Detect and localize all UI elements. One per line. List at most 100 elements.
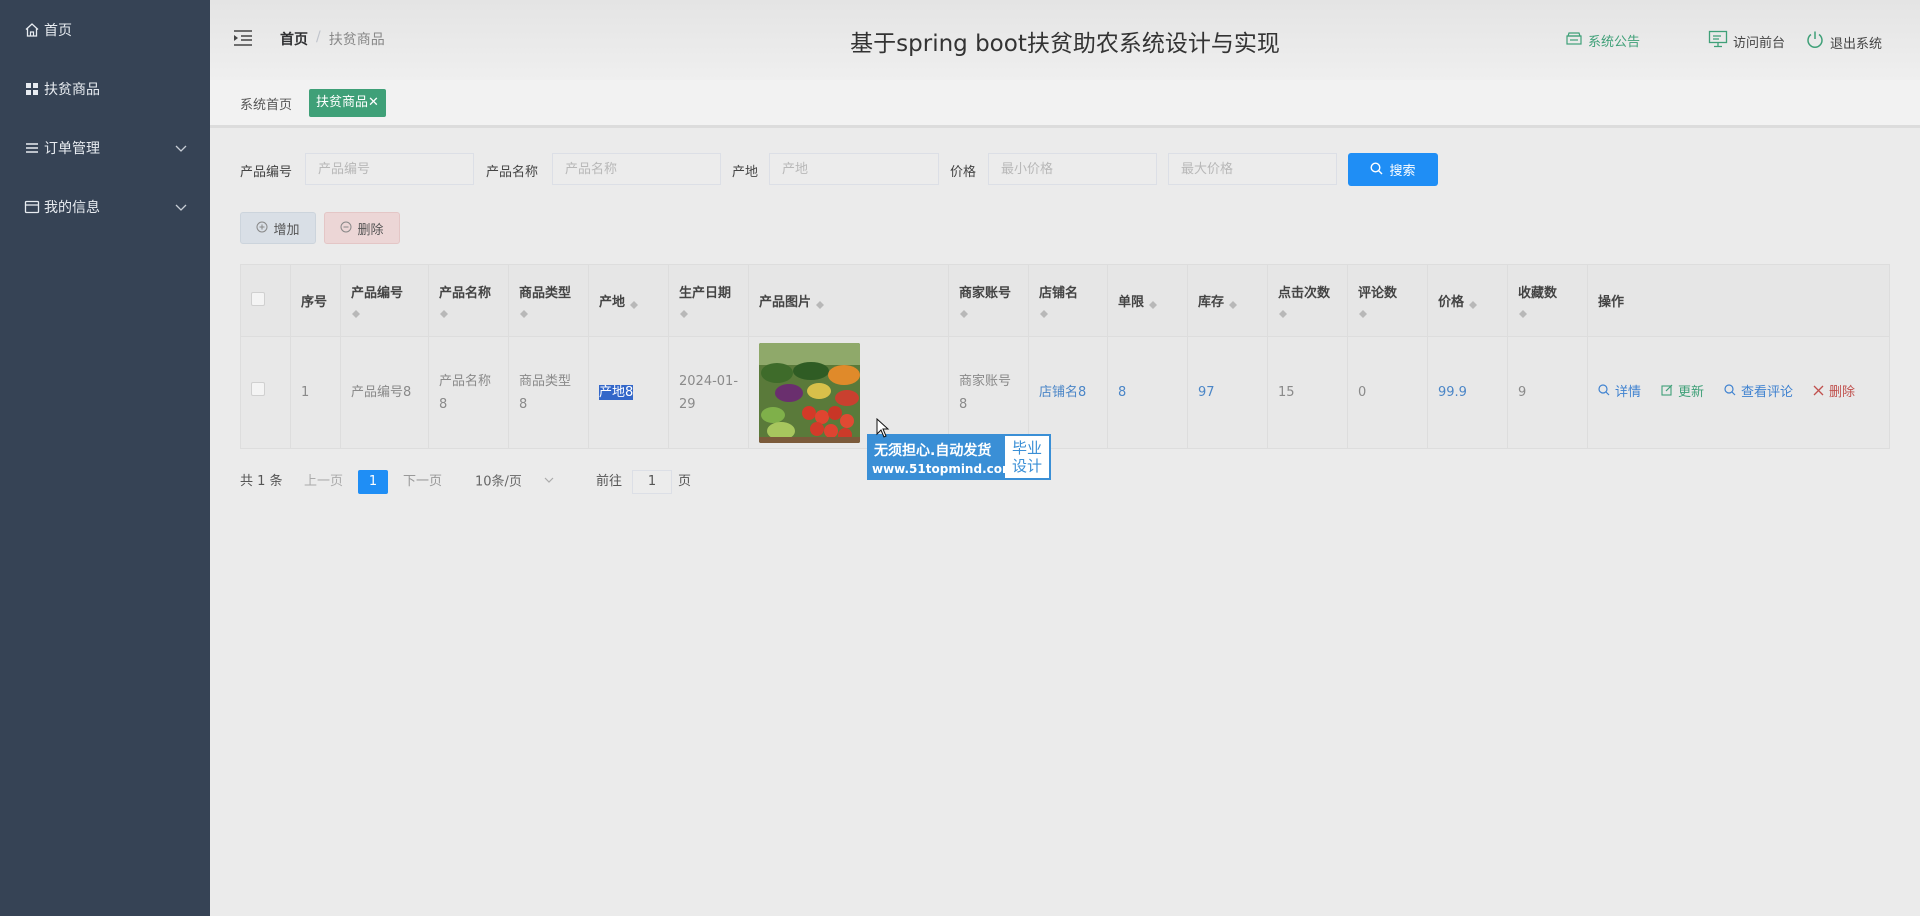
sidebar-item-label: 我的信息 <box>44 199 100 216</box>
breadcrumb-current: 扶贫商品 <box>328 32 385 48</box>
sort-icon[interactable] <box>1148 296 1158 310</box>
sidebar: 首页 扶贫商品 订单管理 我的信息 <box>0 0 210 916</box>
page-size-select[interactable]: 10条/页 <box>475 470 554 495</box>
name-label: 产品名称 <box>486 165 539 180</box>
select-all-checkbox[interactable] <box>251 291 265 306</box>
col-label: 评论数 <box>1358 286 1398 301</box>
price-label: 价格 <box>950 165 977 180</box>
page-number-1[interactable]: 1 <box>358 470 388 494</box>
minus-circle-icon <box>340 221 352 236</box>
col-comments[interactable]: 评论数 <box>1347 264 1428 337</box>
watermark-right: 毕业 设计 <box>1005 436 1049 478</box>
search-button-label: 搜索 <box>1389 163 1416 178</box>
col-origin[interactable]: 产地 <box>588 264 669 337</box>
sidebar-item-orders[interactable]: 订单管理 <box>0 118 210 177</box>
sort-icon[interactable] <box>1228 296 1238 310</box>
col-label: 收藏数 <box>1518 286 1558 301</box>
origin-label: 产地 <box>732 165 759 180</box>
max-price-input[interactable] <box>1168 153 1337 185</box>
sidebar-item-products[interactable]: 扶贫商品 <box>0 59 210 118</box>
watermark-line2: www.51topmind.com <box>872 462 1015 476</box>
cell-index: 1 <box>290 336 341 449</box>
breadcrumb-home[interactable]: 首页 <box>280 29 308 49</box>
sort-icon[interactable] <box>1518 305 1528 319</box>
tag-home[interactable]: 系统首页 <box>240 94 292 113</box>
selected-text: 产地8 <box>599 385 634 400</box>
select-all-cell <box>240 264 291 337</box>
add-button[interactable]: 增加 <box>240 212 316 244</box>
cell-type: 商品类型8 <box>508 336 589 449</box>
detail-label: 详情 <box>1615 385 1642 400</box>
name-input[interactable] <box>552 153 721 185</box>
code-input[interactable] <box>305 153 474 185</box>
prev-page-button[interactable]: 上一页 <box>304 470 343 494</box>
breadcrumb-separator: / <box>316 29 321 45</box>
logout-link[interactable]: 退出系统 <box>1805 30 1882 54</box>
col-merchant[interactable]: 商家账号 <box>948 264 1029 337</box>
delete-button[interactable]: 删除 <box>324 212 400 244</box>
tag-products[interactable]: 扶贫商品✕ <box>309 89 386 117</box>
sort-icon[interactable] <box>815 296 825 310</box>
min-price-input[interactable] <box>988 153 1157 185</box>
search-icon <box>1724 381 1736 404</box>
col-stock[interactable]: 库存 <box>1187 264 1268 337</box>
cell-ops: 详情 更新 查看评论 删除 <box>1587 336 1890 449</box>
col-label: 库存 <box>1198 295 1225 310</box>
view-reviews-link[interactable]: 查看评论 <box>1724 381 1793 404</box>
tags-bar: 系统首页 扶贫商品✕ <box>210 80 1920 128</box>
product-image[interactable] <box>759 342 860 443</box>
origin-input[interactable] <box>769 153 939 185</box>
close-icon <box>1813 381 1824 404</box>
next-page-button[interactable]: 下一页 <box>403 470 442 494</box>
col-name[interactable]: 产品名称 <box>428 264 509 337</box>
visit-frontend-link[interactable]: 访问前台 <box>1708 30 1785 52</box>
goto-page-input[interactable] <box>632 470 672 494</box>
top-header: 首页 / 扶贫商品 基于spring boot扶贫助农系统设计与实现 系统公告 … <box>210 0 1920 80</box>
col-type[interactable]: 商品类型 <box>508 264 589 337</box>
notice-link[interactable]: 系统公告 <box>1565 30 1640 50</box>
col-ops: 操作 <box>1587 264 1890 337</box>
sidebar-item-profile[interactable]: 我的信息 <box>0 177 210 236</box>
col-label: 产品编号 <box>351 286 404 301</box>
search-button[interactable]: 搜索 <box>1348 153 1438 186</box>
sort-icon[interactable] <box>1039 305 1049 319</box>
notice-icon <box>1565 30 1583 50</box>
visit-label: 访问前台 <box>1733 35 1786 51</box>
sort-icon[interactable] <box>519 305 529 319</box>
sort-icon[interactable] <box>679 305 689 319</box>
sort-icon[interactable] <box>439 305 449 319</box>
col-label: 生产日期 <box>679 286 732 301</box>
cell-name: 产品名称8 <box>428 336 509 449</box>
list-icon <box>24 140 40 156</box>
sort-icon[interactable] <box>351 305 361 319</box>
col-clicks[interactable]: 点击次数 <box>1267 264 1348 337</box>
col-index: 序号 <box>290 264 341 337</box>
detail-link[interactable]: 详情 <box>1598 381 1641 404</box>
close-icon[interactable]: ✕ <box>368 95 379 110</box>
sort-icon[interactable] <box>1278 305 1288 319</box>
code-label: 产品编号 <box>240 165 293 180</box>
col-favorites[interactable]: 收藏数 <box>1507 264 1588 337</box>
cell-date: 2024-01-29 <box>668 336 749 449</box>
row-delete-link[interactable]: 删除 <box>1813 381 1855 404</box>
cell-limit: 8 <box>1107 336 1188 449</box>
col-price[interactable]: 价格 <box>1427 264 1508 337</box>
row-checkbox[interactable] <box>251 382 265 396</box>
products-table: 序号 产品编号 产品名称 商品类型 产地 生产日期 产品图片 商家账号 店铺名 … <box>240 264 1890 449</box>
card-icon <box>24 199 40 215</box>
sort-icon[interactable] <box>959 305 969 319</box>
col-date[interactable]: 生产日期 <box>668 264 749 337</box>
menu-toggle-icon[interactable] <box>233 29 253 47</box>
col-code[interactable]: 产品编号 <box>340 264 429 337</box>
update-link[interactable]: 更新 <box>1661 381 1704 404</box>
col-limit[interactable]: 单限 <box>1107 264 1188 337</box>
table-row[interactable]: 1 产品编号8 产品名称8 商品类型8 产地8 2024-01-29 商家账号8… <box>240 336 1890 449</box>
col-shop[interactable]: 店铺名 <box>1028 264 1108 337</box>
sidebar-item-home[interactable]: 首页 <box>0 0 210 59</box>
sort-icon[interactable] <box>629 296 639 310</box>
delete-button-label: 删除 <box>357 221 384 237</box>
sort-icon[interactable] <box>1358 305 1368 319</box>
col-image[interactable]: 产品图片 <box>748 264 949 337</box>
update-label: 更新 <box>1678 385 1705 400</box>
sort-icon[interactable] <box>1468 296 1478 310</box>
